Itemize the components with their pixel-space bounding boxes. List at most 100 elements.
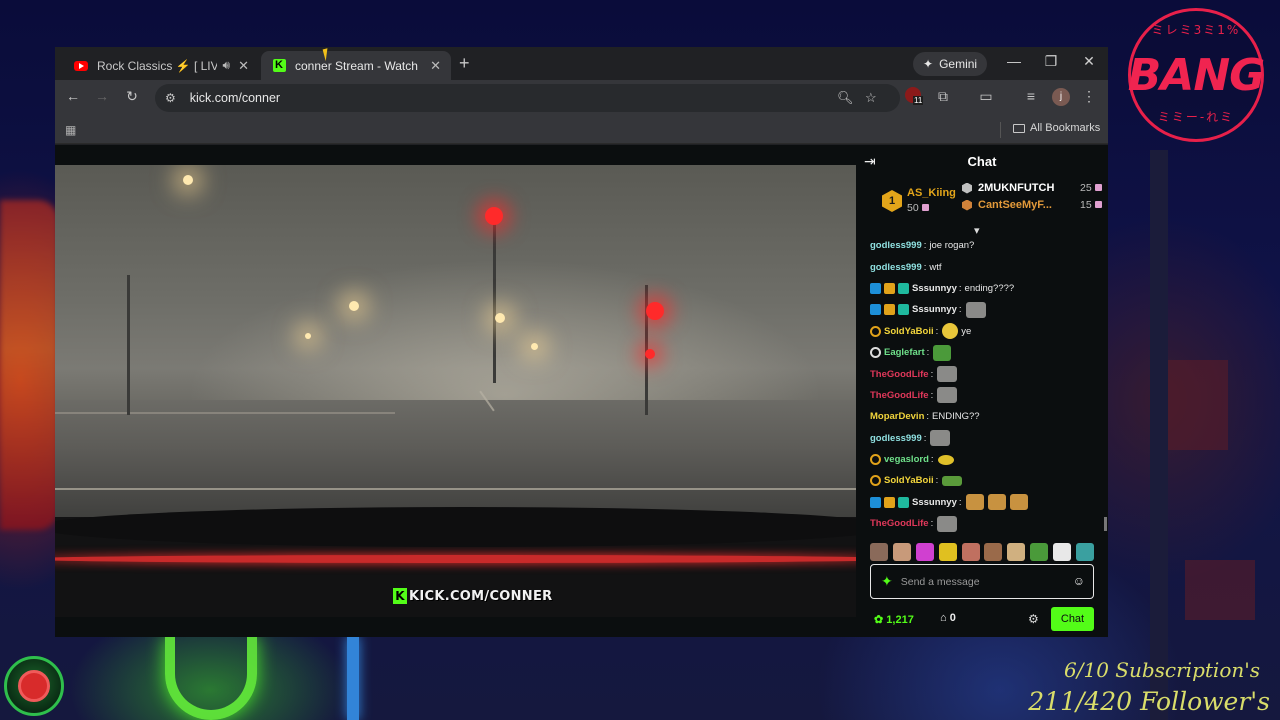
chat-header: ⇥ Chat (856, 145, 1108, 178)
chat-scrollbar[interactable] (1104, 517, 1107, 531)
chat-message: TheGoodLife: (870, 513, 1100, 534)
video-player[interactable]: K KICK.COM/CONNER (55, 165, 856, 617)
emote-icon[interactable] (1053, 543, 1071, 561)
bang-logo: ミレミ3ミ1% BANG ミミー-れミ (1127, 8, 1266, 142)
emote-icon[interactable] (870, 543, 888, 561)
chat-footer: ✿ 1,217 ⌂ 0 ⚙ Chat (870, 607, 1094, 631)
emote-icon[interactable] (1030, 543, 1049, 561)
chat-username[interactable]: SoldYaBoii (884, 475, 934, 486)
circ-badge-icon (870, 475, 881, 487)
tab-title: Rock Classics ⚡ [ LIVE ] Ti (97, 58, 217, 73)
tab-conner-stream[interactable]: K conner Stream - Watch Live on ✕ (261, 51, 451, 80)
chat-username[interactable]: godless999 (870, 262, 922, 273)
frog-emote-icon (933, 344, 952, 361)
extension-badge-count: 11 (913, 96, 924, 105)
traffic-light (485, 207, 503, 225)
all-bookmarks-button[interactable]: All Bookmarks (1013, 122, 1100, 134)
gift-icon (1094, 201, 1102, 208)
logo-word: BANG (1127, 49, 1266, 101)
emote-icon[interactable] (892, 543, 911, 561)
chat-message: godless999: joe rogan? (870, 240, 975, 252)
small-emote-icon (937, 454, 954, 465)
zoom-icon[interactable]: 🔍︎ (837, 90, 854, 106)
leaderboard-third[interactable]: CantSeeMyF... 15 (962, 199, 1102, 211)
message-input-box[interactable]: ✦ ☺ (870, 564, 1094, 599)
watermark-text: KICK.COM/CONNER (409, 588, 553, 604)
chat-message: TheGoodLife: (870, 363, 1100, 384)
emote-icon[interactable] (984, 543, 1003, 561)
new-tab-button[interactable]: + (459, 53, 470, 74)
circ-white-badge-icon (870, 347, 881, 359)
emote-icon[interactable] (915, 543, 934, 561)
chat-message-text: ending???? (964, 282, 1015, 294)
blue-badge-icon (870, 496, 881, 508)
bookmark-star-icon[interactable]: ☆ (865, 90, 877, 106)
chat-username[interactable]: SoldYaBoii (884, 326, 934, 337)
address-bar[interactable]: ⚙ kick.com/conner 🔍︎ ☆ (155, 84, 900, 112)
message-input[interactable] (900, 575, 1051, 588)
back-icon[interactable]: ← (63, 88, 83, 104)
emoji-icon[interactable]: ☺ (1073, 574, 1085, 588)
street-light (495, 313, 505, 323)
gold-badge-icon (884, 282, 895, 294)
send-chat-button[interactable]: Chat (1051, 607, 1094, 631)
circ-badge-icon (870, 325, 881, 337)
chat-username[interactable]: godless999 (870, 433, 922, 444)
url-text: kick.com/conner (189, 91, 281, 105)
hand-emote-icon (965, 494, 984, 511)
sparkle-icon: ✦ (923, 57, 934, 71)
tab-rock-classics[interactable]: Rock Classics ⚡ [ LIVE ] Ti 🔊︎ ✕ (63, 51, 259, 80)
emote-icon[interactable] (961, 543, 980, 561)
menu-icon[interactable]: ⋮ (1079, 88, 1099, 105)
chat-username[interactable]: vegaslord (884, 454, 929, 465)
traffic-light (645, 349, 655, 359)
emote-icon[interactable] (1075, 543, 1094, 561)
store-button[interactable]: ⌂ 0 (940, 612, 956, 624)
site-info-icon[interactable]: ⚙ (165, 91, 176, 105)
chat-message: Sssunnyy: (870, 492, 1100, 513)
channel-points[interactable]: ✿ 1,217 (874, 613, 914, 626)
chat-username[interactable]: godless999 (870, 240, 922, 251)
profile-avatar[interactable]: j (1052, 88, 1070, 106)
chat-message: Eaglefart: (870, 342, 1100, 363)
leaderboard-first-name[interactable]: AS_Kiing (907, 187, 956, 199)
cast-icon[interactable]: ▭ (976, 88, 996, 105)
chat-username[interactable]: Sssunnyy (912, 497, 957, 508)
chat-username[interactable]: TheGoodLife (870, 518, 929, 529)
gemini-button[interactable]: ✦ Gemini (913, 52, 988, 76)
extension-badge-icon[interactable]: 11 (905, 87, 924, 105)
chat-username[interactable]: TheGoodLife (870, 390, 929, 401)
close-window-button[interactable]: ✕ (1079, 53, 1099, 70)
teal-badge-icon (898, 496, 909, 508)
leaderboard-second[interactable]: 2MUKNFUTCH 25 (962, 182, 1102, 194)
chat-username[interactable]: Sssunnyy (912, 304, 957, 315)
media-controls-icon[interactable]: ≡ (1021, 88, 1041, 104)
emote-icon[interactable] (938, 543, 957, 561)
settings-icon[interactable]: ⚙ (1028, 612, 1039, 626)
blue-badge-icon (870, 304, 881, 316)
sparkle-icon[interactable]: ✦ (881, 573, 893, 590)
speaker-icon[interactable]: 🔊︎ (223, 58, 231, 73)
teal-badge-icon (898, 282, 909, 294)
minimize-button[interactable]: — (1004, 53, 1024, 69)
chat-username[interactable]: Sssunnyy (912, 283, 957, 294)
background-neon-sign (0, 200, 58, 530)
emote-icon[interactable] (1007, 543, 1026, 561)
browser-window: Rock Classics ⚡ [ LIVE ] Ti 🔊︎ ✕ K conne… (55, 47, 1108, 637)
close-icon[interactable]: ✕ (430, 58, 441, 74)
chat-username[interactable]: MoparDevin (870, 411, 924, 422)
apps-icon[interactable]: ▦ (65, 123, 76, 137)
kick-icon: K (271, 58, 287, 74)
reload-icon[interactable]: ↻ (122, 88, 142, 105)
close-icon[interactable]: ✕ (238, 58, 249, 74)
maximize-button[interactable]: ❐ (1041, 53, 1061, 70)
chat-username[interactable]: Eaglefart (884, 347, 925, 358)
background-green-neon (165, 636, 257, 720)
folder-icon (1013, 123, 1025, 133)
extensions-icon[interactable]: ⧉ (933, 88, 953, 105)
chat-username[interactable]: TheGoodLife (870, 369, 929, 380)
chat-message-text: ye (961, 325, 972, 337)
logo-arc-top: ミレミ3ミ1% (1151, 23, 1241, 37)
cat-emote-icon (937, 387, 958, 404)
forward-icon[interactable]: → (92, 88, 112, 104)
